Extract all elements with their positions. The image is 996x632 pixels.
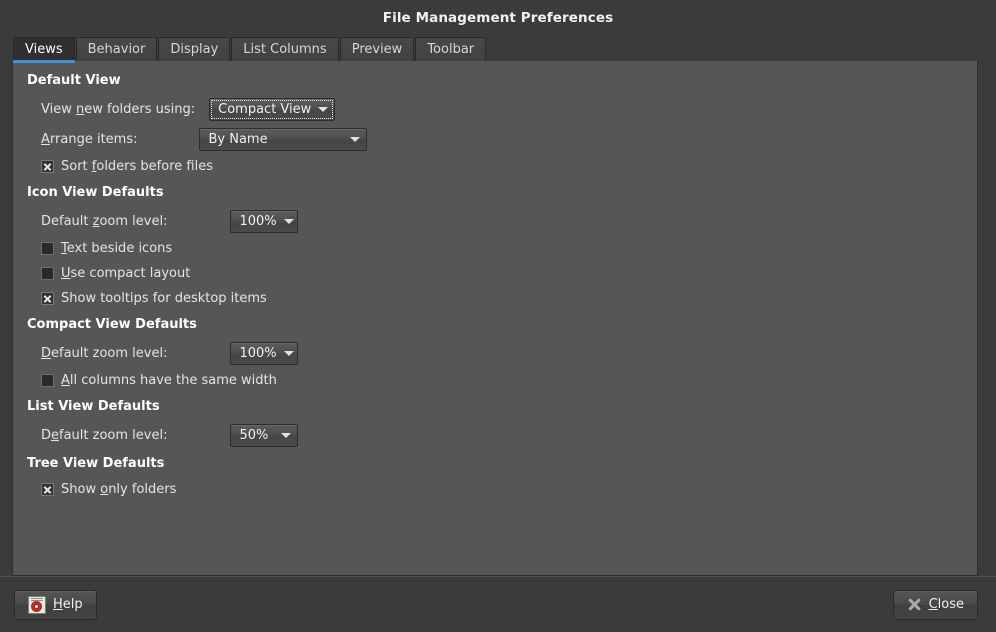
- window-title: File Management Preferences: [382, 10, 614, 26]
- list-zoom-level-dropdown[interactable]: 50%: [230, 423, 299, 447]
- view-new-folders-dropdown[interactable]: Compact View: [209, 97, 336, 121]
- section-tree-view: Tree View Defaults Show only folders: [27, 456, 961, 502]
- icon-zoom-level-value: 100%: [239, 213, 277, 229]
- tab-views[interactable]: Views: [13, 37, 75, 63]
- show-only-folders-checkbox[interactable]: [41, 483, 54, 496]
- show-only-folders-label: Show only folders: [61, 482, 177, 497]
- row-show-only-folders[interactable]: Show only folders: [27, 477, 961, 502]
- tab-display[interactable]: Display: [158, 37, 231, 61]
- sort-folders-before-files-label: Sort folders before files: [61, 159, 213, 174]
- use-compact-layout-label: Use compact layout: [61, 266, 191, 281]
- all-columns-same-width-label: All columns have the same width: [61, 373, 277, 388]
- tab-preview-label: Preview: [351, 42, 403, 57]
- view-new-folders-label: View new folders using:: [41, 101, 196, 117]
- section-tree-view-title: Tree View Defaults: [27, 456, 165, 471]
- arrange-items-value: By Name: [208, 131, 268, 147]
- arrange-items-dropdown[interactable]: By Name: [199, 127, 368, 151]
- show-tooltips-label: Show tooltips for desktop items: [61, 291, 267, 306]
- list-zoom-level-label: Default zoom level:: [41, 427, 168, 443]
- close-button[interactable]: Close: [892, 589, 978, 620]
- icon-zoom-level-label: Default zoom level:: [41, 213, 168, 229]
- tab-list-columns[interactable]: List Columns: [231, 37, 339, 61]
- chevron-down-icon: [281, 432, 292, 438]
- row-view-new-folders: View new folders using: Compact View: [27, 94, 961, 124]
- tab-bar: Views Behavior Display List Columns Prev…: [0, 36, 996, 63]
- tab-views-label: Views: [25, 42, 63, 57]
- section-default-view: Default View View new folders using: Com…: [27, 73, 961, 179]
- text-beside-icons-checkbox[interactable]: [41, 242, 54, 255]
- show-tooltips-checkbox[interactable]: [41, 292, 54, 305]
- chevron-down-icon: [318, 106, 329, 112]
- row-list-zoom-level: Default zoom level: 50%: [27, 420, 961, 450]
- section-list-view: List View Defaults Default zoom level: 5…: [27, 399, 961, 450]
- chevron-down-icon: [283, 218, 294, 224]
- section-list-view-title: List View Defaults: [27, 399, 160, 414]
- compact-zoom-level-label: Default zoom level:: [41, 345, 168, 361]
- tab-list-columns-label: List Columns: [243, 42, 327, 57]
- close-icon: [907, 597, 922, 612]
- tab-preview[interactable]: Preview: [339, 37, 415, 61]
- use-compact-layout-checkbox[interactable]: [41, 267, 54, 280]
- list-zoom-level-value: 50%: [239, 427, 269, 443]
- row-show-tooltips[interactable]: Show tooltips for desktop items: [27, 286, 961, 311]
- views-tab-panel: Default View View new folders using: Com…: [12, 61, 978, 576]
- tab-toolbar-label: Toolbar: [427, 42, 475, 57]
- preferences-window: File Management Preferences Views Behavi…: [0, 0, 996, 632]
- icon-zoom-level-dropdown[interactable]: 100%: [230, 209, 299, 233]
- row-sort-folders-before-files[interactable]: Sort folders before files: [27, 154, 961, 179]
- section-compact-view-title: Compact View Defaults: [27, 317, 197, 332]
- compact-zoom-level-dropdown[interactable]: 100%: [230, 341, 299, 365]
- titlebar: File Management Preferences: [0, 0, 996, 36]
- tab-display-label: Display: [170, 42, 219, 57]
- row-icon-zoom-level: Default zoom level: 100%: [27, 206, 961, 236]
- row-use-compact-layout[interactable]: Use compact layout: [27, 261, 961, 286]
- tab-content-wrapper: Default View View new folders using: Com…: [0, 61, 996, 576]
- section-compact-view: Compact View Defaults Default zoom level…: [27, 317, 961, 393]
- section-icon-view-title: Icon View Defaults: [27, 185, 164, 200]
- tab-behavior-label: Behavior: [87, 42, 146, 57]
- arrange-items-label: Arrange items:: [41, 131, 138, 147]
- chevron-down-icon: [283, 350, 294, 356]
- all-columns-same-width-checkbox[interactable]: [41, 374, 54, 387]
- view-new-folders-value: Compact View: [218, 101, 312, 117]
- chevron-down-icon: [350, 136, 361, 142]
- compact-zoom-level-value: 100%: [239, 345, 277, 361]
- row-text-beside-icons[interactable]: Text beside icons: [27, 236, 961, 261]
- text-beside-icons-label: Text beside icons: [61, 241, 173, 256]
- sort-folders-before-files-checkbox[interactable]: [41, 160, 54, 173]
- dialog-action-bar: Help Close: [0, 576, 996, 632]
- help-button[interactable]: Help: [14, 589, 97, 620]
- tab-behavior[interactable]: Behavior: [75, 37, 158, 61]
- close-button-label: Close: [928, 597, 964, 612]
- row-all-columns-same-width[interactable]: All columns have the same width: [27, 368, 961, 393]
- row-compact-zoom-level: Default zoom level: 100%: [27, 338, 961, 368]
- help-icon: [28, 595, 46, 614]
- section-default-view-title: Default View: [27, 73, 121, 88]
- row-arrange-items: Arrange items: By Name: [27, 124, 961, 154]
- help-button-label: Help: [53, 597, 83, 612]
- tab-toolbar[interactable]: Toolbar: [415, 37, 487, 61]
- section-icon-view: Icon View Defaults Default zoom level: 1…: [27, 185, 961, 311]
